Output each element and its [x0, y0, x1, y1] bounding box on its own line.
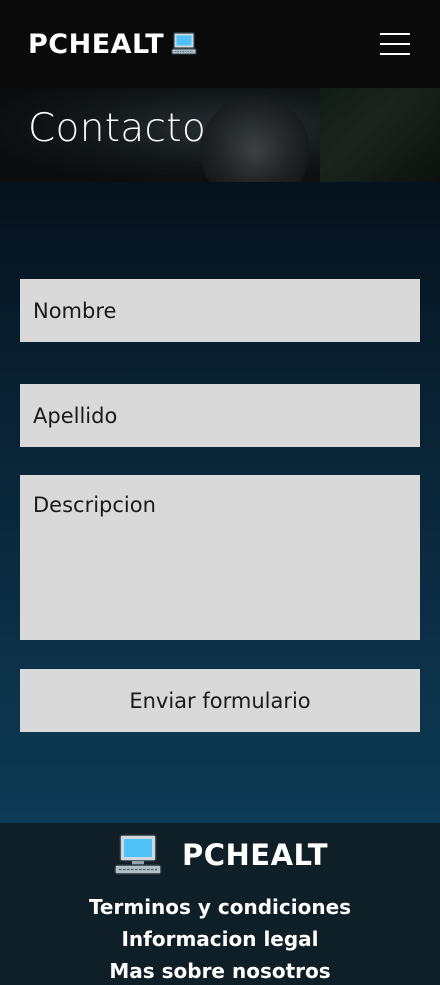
footer-brand-name: PCHEALT — [181, 838, 329, 872]
descripcion-textarea[interactable] — [20, 475, 420, 640]
menu-bar-top — [380, 33, 410, 35]
contact-form-section: Enviar formulario — [0, 182, 440, 823]
page-title: Contacto — [28, 106, 206, 151]
submit-form-button[interactable]: Enviar formulario — [20, 669, 420, 732]
menu-bar-bottom — [380, 53, 410, 55]
brand-name: PCHEALT — [28, 28, 165, 60]
site-footer: PCHEALT Terminos y condiciones Informaci… — [0, 823, 440, 985]
menu-bar-middle — [380, 43, 410, 45]
hero-banner: Contacto — [0, 88, 440, 182]
footer-links: Terminos y condiciones Informacion legal… — [0, 891, 440, 985]
hamburger-menu-button[interactable] — [378, 31, 412, 57]
computer-icon — [171, 32, 197, 55]
apellido-input[interactable] — [20, 384, 420, 447]
footer-brand: PCHEALT — [0, 833, 440, 877]
footer-link-informacion-legal[interactable]: Informacion legal — [0, 923, 440, 955]
computer-icon — [114, 834, 162, 875]
brand-logo-link[interactable]: PCHEALT — [28, 29, 198, 60]
top-navbar: PCHEALT — [0, 0, 440, 88]
footer-link-terminos[interactable]: Terminos y condiciones — [0, 891, 440, 923]
nombre-input[interactable] — [20, 279, 420, 342]
footer-link-mas-sobre-nosotros[interactable]: Mas sobre nosotros — [0, 955, 440, 985]
